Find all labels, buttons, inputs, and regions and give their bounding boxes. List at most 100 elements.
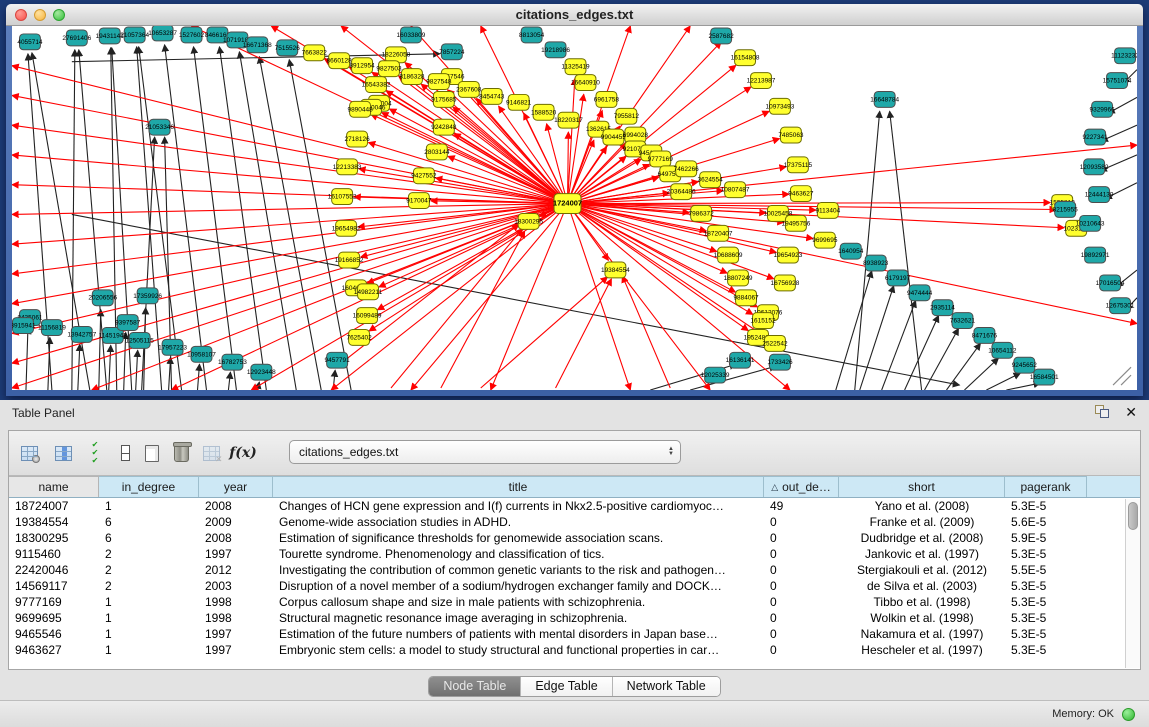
graph-node[interactable]: 10653287 [148, 26, 177, 41]
graph-node[interactable]: 3915941 [12, 318, 36, 334]
graph-node[interactable]: 9884067 [733, 290, 759, 306]
graph-node[interactable]: 7485063 [778, 127, 804, 143]
function-builder-icon[interactable]: f(x) [231, 441, 255, 465]
graph-node[interactable]: 9890448 [347, 101, 373, 117]
table-cell[interactable]: 5.6E-5 [1005, 514, 1087, 530]
table-cell[interactable]: Disruption of a novel member of a sodium… [273, 578, 764, 594]
graph-node[interactable]: 2587682 [709, 28, 735, 44]
graph-node[interactable]: 1615152 [750, 313, 776, 329]
table-cell[interactable]: 6 [99, 530, 199, 546]
table-cell[interactable]: 1997 [199, 642, 273, 658]
table-cell[interactable]: 0 [764, 626, 839, 642]
table-cell[interactable]: 2 [99, 546, 199, 562]
graph-node[interactable]: 10973493 [766, 98, 795, 114]
graph-node[interactable]: 7955812 [614, 108, 640, 124]
graph-node[interactable]: 9227341 [1083, 129, 1109, 145]
graph-node[interactable]: 20364486 [667, 184, 696, 200]
table-cell[interactable]: 5.3E-5 [1005, 642, 1087, 658]
unselect-columns-icon[interactable] [113, 441, 137, 465]
table-cell[interactable]: Hescheler et al. (1997) [839, 642, 1005, 658]
graph-node[interactable]: 8186328 [399, 69, 425, 85]
table-row[interactable]: 1872400712008Changes of HCN gene express… [9, 498, 1140, 514]
graph-node[interactable]: 12213383 [333, 159, 362, 175]
graph-node[interactable]: 27691406 [62, 30, 91, 46]
table-cell[interactable]: 2008 [199, 530, 273, 546]
graph-node[interactable]: 12923448 [247, 364, 276, 380]
graph-node[interactable]: 3624554 [698, 172, 724, 188]
memory-status-icon[interactable] [1122, 708, 1135, 721]
graph-node[interactable]: 16033809 [397, 27, 426, 43]
select-columns-icon[interactable] [51, 441, 75, 465]
column-header-pagerank[interactable]: pagerank [1005, 476, 1087, 497]
graph-node[interactable]: 21057364 [120, 27, 149, 43]
graph-node[interactable]: 19892971 [1081, 247, 1110, 263]
table-row[interactable]: 946554611997Estimation of the future num… [9, 626, 1140, 642]
table-cell[interactable]: 0 [764, 546, 839, 562]
graph-node[interactable]: 10958107 [187, 346, 216, 362]
table-cell[interactable]: 5.9E-5 [1005, 530, 1087, 546]
column-header-short[interactable]: short [839, 476, 1005, 497]
table-cell[interactable]: 5.5E-5 [1005, 562, 1087, 578]
graph-node[interactable]: 16154808 [731, 50, 760, 66]
table-cell[interactable]: 5.3E-5 [1005, 610, 1087, 626]
table-cell[interactable]: de Silva et al. (2003) [839, 578, 1005, 594]
graph-node[interactable]: 17375115 [784, 157, 813, 173]
resize-grip-icon[interactable] [1113, 367, 1131, 385]
graph-node[interactable]: 16543382 [362, 77, 391, 93]
graph-node[interactable]: 16107552 [328, 189, 357, 205]
zoom-window-button[interactable] [53, 9, 65, 21]
graph-node[interactable]: 17016504 [1096, 275, 1125, 291]
table-cell[interactable]: Estimation of significance thresholds fo… [273, 530, 764, 546]
select-all-columns-icon[interactable]: ✔✔✔ [83, 441, 107, 465]
graph-node[interactable]: 12025339 [701, 367, 730, 383]
table-cell[interactable]: 2009 [199, 514, 273, 530]
table-row[interactable]: 1938455462009Genome-wide association stu… [9, 514, 1140, 530]
table-cell[interactable]: 1998 [199, 610, 273, 626]
graph-node[interactable]: 9113404 [815, 203, 840, 219]
table-cell[interactable]: 0 [764, 514, 839, 530]
graph-node[interactable]: 19654923 [774, 247, 803, 263]
graph-node[interactable]: 19384554 [601, 262, 630, 278]
graph-node[interactable]: 1527602 [179, 27, 205, 43]
graph-node[interactable]: 8813054 [519, 27, 545, 43]
table-cell[interactable]: Tourette syndrome. Phenomenology and cla… [273, 546, 764, 562]
graph-node[interactable]: 6179197 [885, 270, 911, 286]
table-cell[interactable]: 9777169 [9, 594, 99, 610]
table-cell[interactable]: 0 [764, 594, 839, 610]
graph-node[interactable]: 12444139 [1085, 187, 1114, 203]
table-cell[interactable]: Embryonic stem cells: a model to study s… [273, 642, 764, 658]
table-cell[interactable]: 0 [764, 642, 839, 658]
graph-node[interactable]: 9242848 [431, 119, 457, 135]
graph-node[interactable]: 8938923 [863, 255, 889, 271]
column-header-in-degree[interactable]: in_degree [99, 476, 199, 497]
table-cell[interactable]: Jankovic et al. (1997) [839, 546, 1005, 562]
table-settings-icon[interactable] [17, 441, 41, 465]
table-cell[interactable]: 49 [764, 498, 839, 514]
delete-column-icon[interactable] [169, 441, 193, 465]
table-scrollbar[interactable] [1125, 499, 1140, 668]
graph-node[interactable]: 11325419 [561, 59, 590, 75]
graph-node[interactable]: 9457791 [325, 352, 351, 368]
graph-node[interactable]: 6961758 [594, 91, 620, 107]
table-cell[interactable]: 1998 [199, 594, 273, 610]
graph-node[interactable]: 16584501 [1030, 369, 1059, 385]
graph-node[interactable]: 16099489 [353, 308, 382, 324]
graph-node[interactable]: 1733426 [767, 354, 793, 370]
graph-node[interactable]: 15751074 [1103, 73, 1132, 89]
table-cell[interactable]: 18724007 [9, 498, 99, 514]
table-cell[interactable]: 0 [764, 530, 839, 546]
graph-node[interactable]: 9146821 [506, 94, 532, 110]
graph-node[interactable]: 8912954 [349, 58, 375, 74]
graph-node[interactable]: 12675301 [1106, 298, 1135, 314]
graph-node[interactable]: 2522542 [762, 335, 788, 351]
table-cell[interactable]: 2012 [199, 562, 273, 578]
table-cell[interactable]: 0 [764, 562, 839, 578]
column-header-title[interactable]: title [273, 476, 764, 497]
graph-node[interactable]: 12093582 [1080, 159, 1109, 175]
table-cell[interactable]: 19384554 [9, 514, 99, 530]
graph-node[interactable]: 9827503 [376, 61, 402, 77]
table-cell[interactable]: 1 [99, 498, 199, 514]
table-cell[interactable]: 5.3E-5 [1005, 594, 1087, 610]
tab-edge-table[interactable]: Edge Table [521, 677, 612, 696]
graph-node[interactable]: 7515526 [275, 40, 301, 56]
